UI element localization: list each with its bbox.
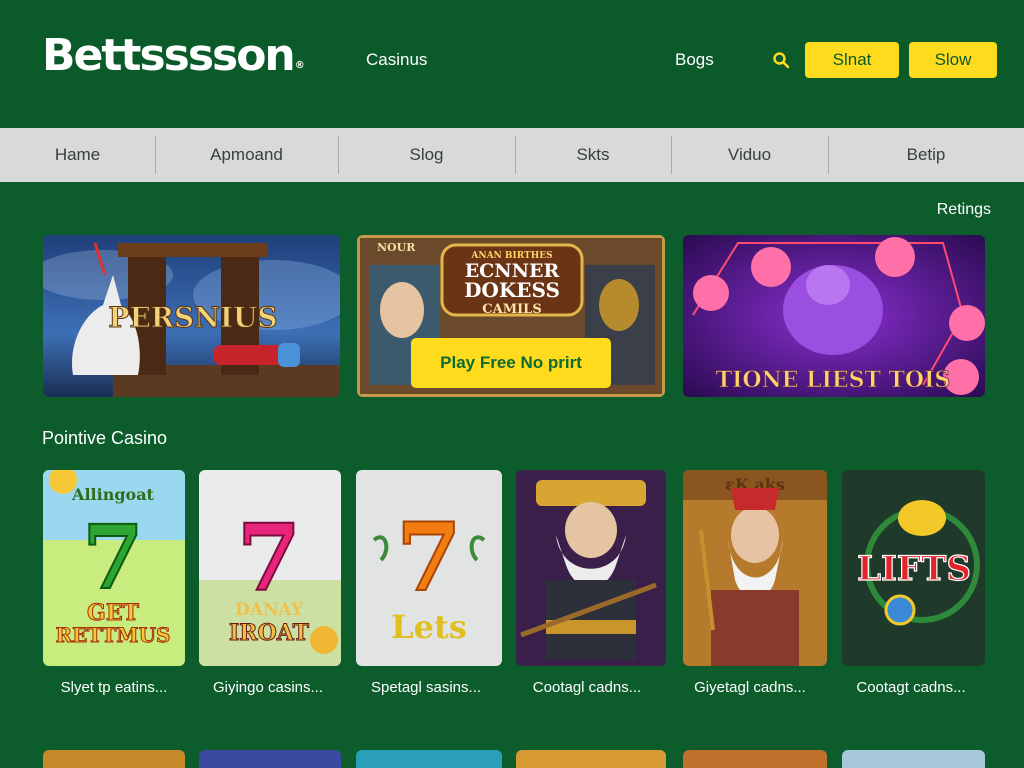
game-card-peek-3[interactable] — [356, 750, 502, 768]
featured-title-3: TIONE LIEST TOIS — [716, 367, 951, 393]
category-tab-home[interactable]: Hame — [0, 128, 155, 182]
game-card-6[interactable]: LIFTS — [842, 470, 985, 666]
game-card-peek-6[interactable] — [842, 750, 985, 768]
search-icon[interactable] — [772, 51, 790, 69]
svg-text:7: 7 — [396, 503, 461, 613]
featured-game-tile-2[interactable]: ANAN BIRTHES ECNNER DOKESS CAMILS NOUR P… — [357, 235, 665, 397]
game-caption-2[interactable]: Giyingo casins... — [188, 679, 348, 696]
game-card-art-2: 7 DANAY IROAT — [199, 470, 341, 666]
game-card-art-1: Allingoat 7 GET RETTMUS — [43, 470, 185, 666]
game-caption-5[interactable]: Giyetagl cadns... — [670, 679, 830, 696]
nav-link-casinos[interactable]: Casinus — [366, 50, 427, 70]
featured-game-tile-3[interactable]: TIONE LIEST TOIS — [683, 235, 985, 397]
svg-text:7: 7 — [237, 504, 301, 612]
category-tab-label: Hame — [54, 145, 101, 164]
section-title: Pointive Casino — [42, 428, 168, 448]
game-card-peek-4[interactable] — [516, 750, 666, 768]
game-caption-4[interactable]: Cootagl cadns... — [507, 679, 667, 696]
featured-game-tile-1[interactable]: PERSNIUS — [43, 235, 340, 397]
nav-link-blogs[interactable]: Bogs — [675, 50, 714, 70]
game-art-text: RETTMUS — [56, 623, 171, 647]
game-card-4[interactable] — [516, 470, 666, 666]
game-art-text: IROAT — [229, 620, 310, 646]
category-tab-label: Skts — [576, 145, 610, 164]
game-card-3[interactable]: 7 Lets — [356, 470, 502, 666]
game-caption-1[interactable]: Slyet tp eatins... — [34, 679, 194, 696]
category-tab-5[interactable]: Viduo — [671, 128, 828, 182]
logo-registered-mark: ® — [294, 60, 305, 71]
featured-title-2b: DOKESS — [464, 278, 560, 302]
game-card-1[interactable]: Allingoat 7 GET RETTMUS — [43, 470, 185, 666]
header-secondary-button[interactable]: Slow — [909, 42, 997, 78]
game-card-peek-5[interactable] — [683, 750, 827, 768]
game-art-text: DANAY — [235, 600, 304, 620]
game-card-art-4 — [516, 470, 666, 666]
game-card-5[interactable]: ɛK aks — [683, 470, 827, 666]
brand-logo[interactable]: Bettsssson® — [42, 30, 305, 81]
top-header: Bettsssson® Casinus Bogs Slnat Slow — [0, 0, 1024, 128]
game-card-2[interactable]: 7 DANAY IROAT — [199, 470, 341, 666]
category-tab-3[interactable]: Slog — [338, 128, 515, 182]
category-tab-2[interactable]: Apmoand — [155, 128, 338, 182]
ratings-link[interactable]: Retings — [937, 201, 991, 219]
category-tab-6[interactable]: Betip — [828, 128, 1024, 182]
game-card-peek-2[interactable] — [199, 750, 341, 768]
game-caption-6[interactable]: Cootagt cadns... — [831, 679, 991, 696]
logo-text: Bettsssson — [42, 30, 296, 81]
game-card-peek-1[interactable] — [43, 750, 185, 768]
svg-text:7: 7 — [82, 505, 143, 609]
featured-corner-2: NOUR — [377, 241, 416, 254]
featured-title-2c: CAMILS — [482, 302, 541, 317]
game-caption-3[interactable]: Spetagl sasins... — [346, 679, 506, 696]
game-card-art-5: ɛK aks — [683, 470, 827, 666]
category-tab-label: Slog — [409, 145, 444, 164]
category-tab-4[interactable]: Skts — [515, 128, 671, 182]
play-free-button[interactable]: Play Free No prirt — [411, 338, 611, 388]
category-tab-label: Viduo — [727, 145, 772, 164]
game-art-text: Lets — [391, 608, 467, 646]
featured-title-1: PERSNIUS — [108, 301, 277, 334]
header-primary-button[interactable]: Slnat — [805, 42, 899, 78]
featured-game-art-1: PERSNIUS — [43, 235, 340, 397]
game-card-art-3: 7 Lets — [356, 470, 502, 666]
category-tab-label: Apmoand — [210, 145, 283, 164]
game-art-text: LIFTS — [857, 549, 971, 589]
category-tab-label: Betip — [906, 145, 946, 164]
game-card-art-6: LIFTS — [842, 470, 985, 666]
featured-game-art-3: TIONE LIEST TOIS — [683, 235, 985, 397]
category-nav: Hame Apmoand Slog Skts Viduo Betip — [0, 128, 1024, 182]
game-art-text: Allingoat — [71, 485, 155, 504]
